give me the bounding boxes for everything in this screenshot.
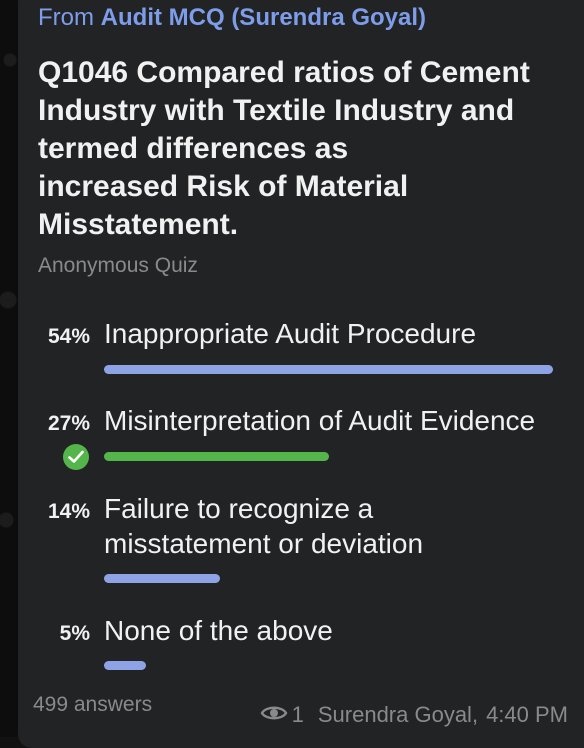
forwarded-header: From Audit MCQ (Surendra Goyal) (38, 4, 426, 32)
option-percent: 5% (59, 622, 90, 645)
option-label: Failure to recognize a misstatement or d… (104, 493, 424, 559)
option-result-bar (104, 574, 220, 583)
option-percent: 54% (47, 325, 90, 348)
option-percent: 14% (47, 500, 90, 523)
view-count: 1 (291, 702, 304, 727)
option-label: Misinterpretation of Audit Evidence (104, 405, 536, 436)
forwarded-prefix: From (38, 4, 94, 31)
quiz-question: Q1046 Compared ratios of Cement Industry… (38, 56, 530, 241)
quiz-type-label: Anonymous Quiz (38, 254, 198, 277)
option-result-bar (104, 661, 146, 670)
forwarded-source-link[interactable]: Audit MCQ (Surendra Goyal) (101, 4, 426, 31)
option-label: Inappropriate Audit Procedure (104, 318, 477, 349)
message-time: 4:40 PM (486, 702, 568, 727)
option-percent: 27% (47, 412, 90, 435)
answers-count[interactable]: 499 answers (33, 693, 152, 717)
author-name: Surendra Goyal, (317, 702, 479, 727)
option-result-bar (104, 365, 553, 374)
option-result-bar (104, 452, 329, 461)
message-meta: 1 Surendra Goyal, 4:40 PM (260, 702, 568, 728)
eye-icon (260, 702, 288, 728)
option-label: None of the above (104, 615, 333, 646)
correct-answer-check-icon (63, 444, 89, 470)
